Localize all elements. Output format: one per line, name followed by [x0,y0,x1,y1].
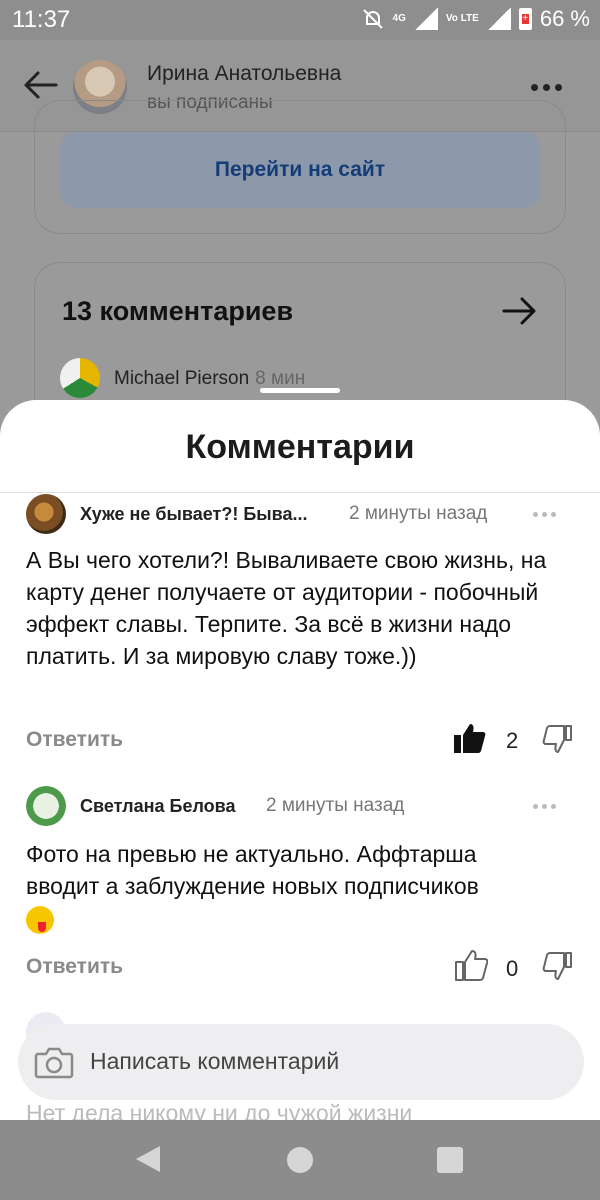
sheet-title: Комментарии [185,428,415,466]
preview-comment-time: 8 мин [255,368,306,389]
comment-avatar[interactable] [26,786,66,826]
more-options-icon[interactable] [531,84,562,91]
thumbs-down-icon[interactable] [542,724,572,754]
go-to-site-button[interactable]: Перейти на сайт [60,132,540,208]
sheet-drag-handle[interactable] [260,388,340,393]
divider [0,492,600,493]
comment-time: 2 минуты назад [266,795,405,816]
comment-avatar[interactable] [26,494,66,534]
thumbs-down-icon[interactable] [542,951,572,981]
comment-author[interactable]: Хуже не бывает?! Быва... [80,504,307,525]
thumbs-up-icon[interactable] [454,949,488,981]
comment-text: А Вы чего хотели?! Вываливаете свою жизн… [26,547,547,669]
nav-back-icon[interactable] [136,1146,160,1172]
nav-home-icon[interactable] [287,1147,313,1173]
network-type-4g: 4G [392,13,406,24]
reply-button[interactable]: Ответить [26,728,123,752]
camera-icon[interactable] [34,1044,74,1080]
comments-sheet: Комментарии Хуже не бывает?! Быва... 2 м… [0,400,600,1120]
crazy-face-emoji-icon [26,905,54,934]
status-time: 11:37 [12,6,71,33]
channel-name[interactable]: Ирина Анатольевна [147,62,341,86]
back-arrow-icon[interactable] [22,70,58,100]
preview-comment-avatar [60,358,100,398]
comment-more-icon[interactable] [533,512,556,517]
comment-time: 2 минуты назад [349,503,488,524]
like-count: 2 [506,728,519,753]
arrow-right-icon[interactable] [502,296,538,326]
comments-count-title: 13 комментариев [62,296,294,326]
comment-input[interactable]: Написать комментарий [18,1024,584,1100]
preview-comment-author: Michael Pierson [114,368,250,389]
nav-recents-icon[interactable] [437,1147,463,1173]
signal-icon [486,8,511,30]
status-bar: 11:37 4G Vo LTE + 66 % [0,0,600,40]
comment-more-icon[interactable] [533,804,556,809]
status-icons: 4G Vo LTE + 66 % [361,6,590,32]
system-nav-bar [0,1120,600,1200]
like-count: 0 [506,956,519,981]
comment-text: Фото на превью не актуально. Аффтарша вв… [26,838,556,934]
battery-percent: 66 % [539,6,590,31]
comment-author[interactable]: Светлана Белова [80,796,236,817]
battery-icon: + [518,8,532,30]
comment-input-placeholder: Написать комментарий [90,1048,340,1074]
thumbs-up-filled-icon[interactable] [452,722,486,754]
reply-button[interactable]: Ответить [26,955,123,979]
preview-comment-meta: Michael Pierson 8 мин [114,368,305,390]
comment-text-partial: Нет дела никому ни до чужой жизни [26,1100,413,1120]
signal-icon [413,8,438,30]
mute-bell-icon [362,9,383,29]
network-type-volte: Vo LTE [445,13,479,24]
comment-text-content: Фото на превью не актуально. Аффтарша вв… [26,841,479,899]
